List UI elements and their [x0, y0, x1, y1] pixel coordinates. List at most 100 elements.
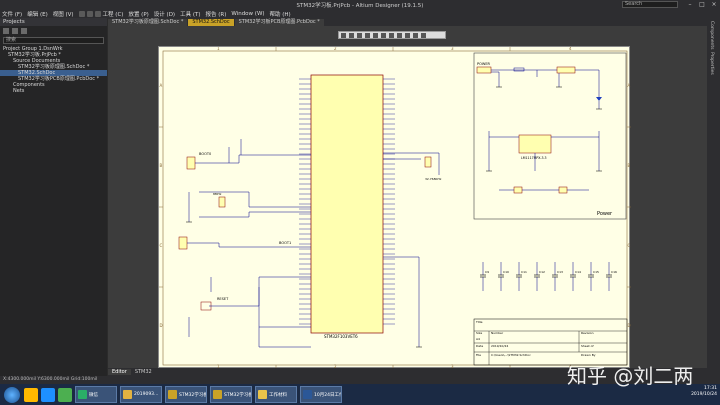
usb-connector[interactable]	[476, 66, 492, 74]
app-icon	[123, 390, 132, 399]
cap-label: C16	[611, 270, 617, 274]
projects-search-input[interactable]: 搜索	[3, 37, 104, 44]
row-label: A	[628, 83, 631, 88]
decoupling-cap[interactable]: C11	[516, 262, 527, 291]
tab-stm32-schdoc[interactable]: STM32.SchDoc	[188, 19, 234, 26]
title-block-size-label: Size	[476, 331, 482, 335]
decoupling-cap[interactable]: C10	[498, 262, 509, 291]
power-section-label: Power	[597, 211, 613, 217]
debug-header[interactable]	[178, 236, 188, 250]
filter-icon[interactable]	[341, 32, 346, 38]
menu-reports[interactable]: 报告 (R)	[205, 10, 226, 18]
search-input[interactable]: Search	[622, 1, 678, 8]
maximize-button[interactable]: □	[696, 0, 708, 9]
save-icon[interactable]	[78, 10, 85, 17]
align-icon[interactable]	[365, 32, 370, 38]
right-panel-strip: Components Properties	[707, 18, 720, 376]
tab-schdoc-main[interactable]: STM32学习板原理图.SchDoc *	[108, 19, 188, 26]
menu-help[interactable]: 帮助 (H)	[270, 10, 291, 18]
cap-label: C10	[503, 270, 509, 274]
title-block-file-label: File	[476, 353, 481, 357]
decoupling-cap[interactable]: C14	[570, 262, 581, 291]
crystal-b-label: 32.768KHz	[425, 177, 442, 181]
app-icon	[258, 390, 267, 399]
minimize-button[interactable]: –	[684, 0, 696, 9]
voltage-regulator[interactable]	[518, 134, 552, 154]
taskbar-app[interactable]: STM32学习板.P...	[210, 386, 252, 403]
bus-icon[interactable]	[381, 32, 386, 38]
open-icon[interactable]	[86, 10, 93, 17]
menu-tools[interactable]: 工具 (T)	[180, 10, 200, 18]
tab-pcbdoc[interactable]: STM32学习板PCB原理图.PcbDoc *	[234, 19, 324, 26]
menu-project[interactable]: 工程 (C)	[103, 10, 124, 18]
part-icon[interactable]	[405, 32, 410, 38]
regulator-label: LM1117MPX-3.3	[521, 156, 547, 160]
decoupling-cap[interactable]: C13	[552, 262, 563, 291]
mcu-body[interactable]	[310, 74, 384, 334]
tab-editor[interactable]: Editor	[108, 369, 131, 375]
title-block-date: 2019/10/24	[491, 344, 508, 348]
menu-place[interactable]: 放置 (P)	[128, 10, 148, 18]
components-panel-tab[interactable]: Components	[709, 21, 714, 49]
text-icon[interactable]	[413, 32, 418, 38]
taskbar-app[interactable]: 2019093...	[120, 386, 162, 403]
start-button[interactable]	[4, 386, 20, 403]
move-icon[interactable]	[349, 32, 354, 38]
power-resistor	[513, 186, 523, 194]
taskbar-app-label: 2019093...	[134, 392, 159, 397]
power-switch[interactable]	[556, 66, 576, 74]
menu-view[interactable]: 视图 (V)	[53, 10, 74, 18]
media-icon[interactable]	[58, 387, 72, 402]
properties-panel-tab[interactable]: Properties	[709, 52, 714, 75]
taskbar-app-label: 微信	[89, 392, 98, 398]
usb-label: POWER	[477, 62, 491, 66]
crystal	[218, 196, 226, 208]
window-title: STM32学习板.PrjPcb - Altium Designer (19.1.…	[296, 2, 424, 9]
decoupling-cap[interactable]: C16	[606, 262, 617, 291]
file-explorer-icon[interactable]	[24, 387, 38, 402]
decoupling-cap[interactable]: C9	[480, 262, 489, 291]
browser-icon[interactable]	[41, 387, 55, 402]
menu-file[interactable]: 文件 (F)	[2, 10, 22, 18]
projects-panel-title: Projects	[0, 18, 107, 26]
row-label: C	[628, 243, 631, 248]
schematic-sheet[interactable]: 1 2 3 4 1 2 3 4 A B C D A B C D STM32F10…	[158, 46, 631, 369]
taskbar-app-label: 10月24日工作...	[314, 392, 341, 398]
shape-icon[interactable]	[421, 32, 426, 38]
taskbar-app-label: STM32学习板.P...	[179, 392, 206, 398]
new-icon[interactable]	[3, 28, 9, 34]
close-button[interactable]: ×	[708, 0, 720, 9]
watermark: 知乎 @刘二两	[567, 364, 694, 388]
menu-window[interactable]: Window (W)	[231, 11, 264, 17]
tree-item[interactable]: Nets	[0, 88, 107, 94]
schematic-drawing: 1 2 3 4 1 2 3 4 A B C D A B C D STM32F10…	[159, 46, 631, 369]
menu-edit[interactable]: 编辑 (E)	[27, 10, 48, 18]
select-icon[interactable]	[357, 32, 362, 38]
cap-label: C9	[485, 270, 489, 274]
decoupling-cap[interactable]: C12	[534, 262, 545, 291]
taskbar-app[interactable]: 微信	[75, 386, 117, 403]
decoupling-cap[interactable]: C15	[588, 262, 599, 291]
boot-header[interactable]	[186, 156, 196, 170]
active-bar	[338, 31, 446, 39]
rtc-crystal	[424, 156, 432, 168]
undo-icon[interactable]	[94, 10, 101, 17]
net-label-icon[interactable]	[389, 32, 394, 38]
title-bar: STM32学习板.PrjPcb - Altium Designer (19.1.…	[0, 0, 720, 9]
panel-toolbar	[0, 26, 107, 36]
wire-icon[interactable]	[373, 32, 378, 38]
settings-icon[interactable]	[21, 28, 27, 34]
title-block-title: Title	[475, 320, 483, 324]
reset-label: RESET	[217, 297, 229, 301]
power-port-icon[interactable]	[397, 32, 402, 38]
folder-icon[interactable]	[12, 28, 18, 34]
menu-design[interactable]: 设计 (D)	[154, 10, 175, 18]
tab-stm32[interactable]: STM32	[131, 369, 156, 375]
app-icon	[303, 390, 312, 399]
system-tray: 17:31 2019/10/24	[691, 386, 717, 398]
taskbar-app[interactable]: STM32学习板.P...	[165, 386, 207, 403]
taskbar-app[interactable]: 10月24日工作...	[300, 386, 342, 403]
taskbar-app[interactable]: 工作材料	[255, 386, 297, 403]
power-led	[596, 97, 602, 101]
boot1-label: BOOT1	[279, 241, 291, 245]
